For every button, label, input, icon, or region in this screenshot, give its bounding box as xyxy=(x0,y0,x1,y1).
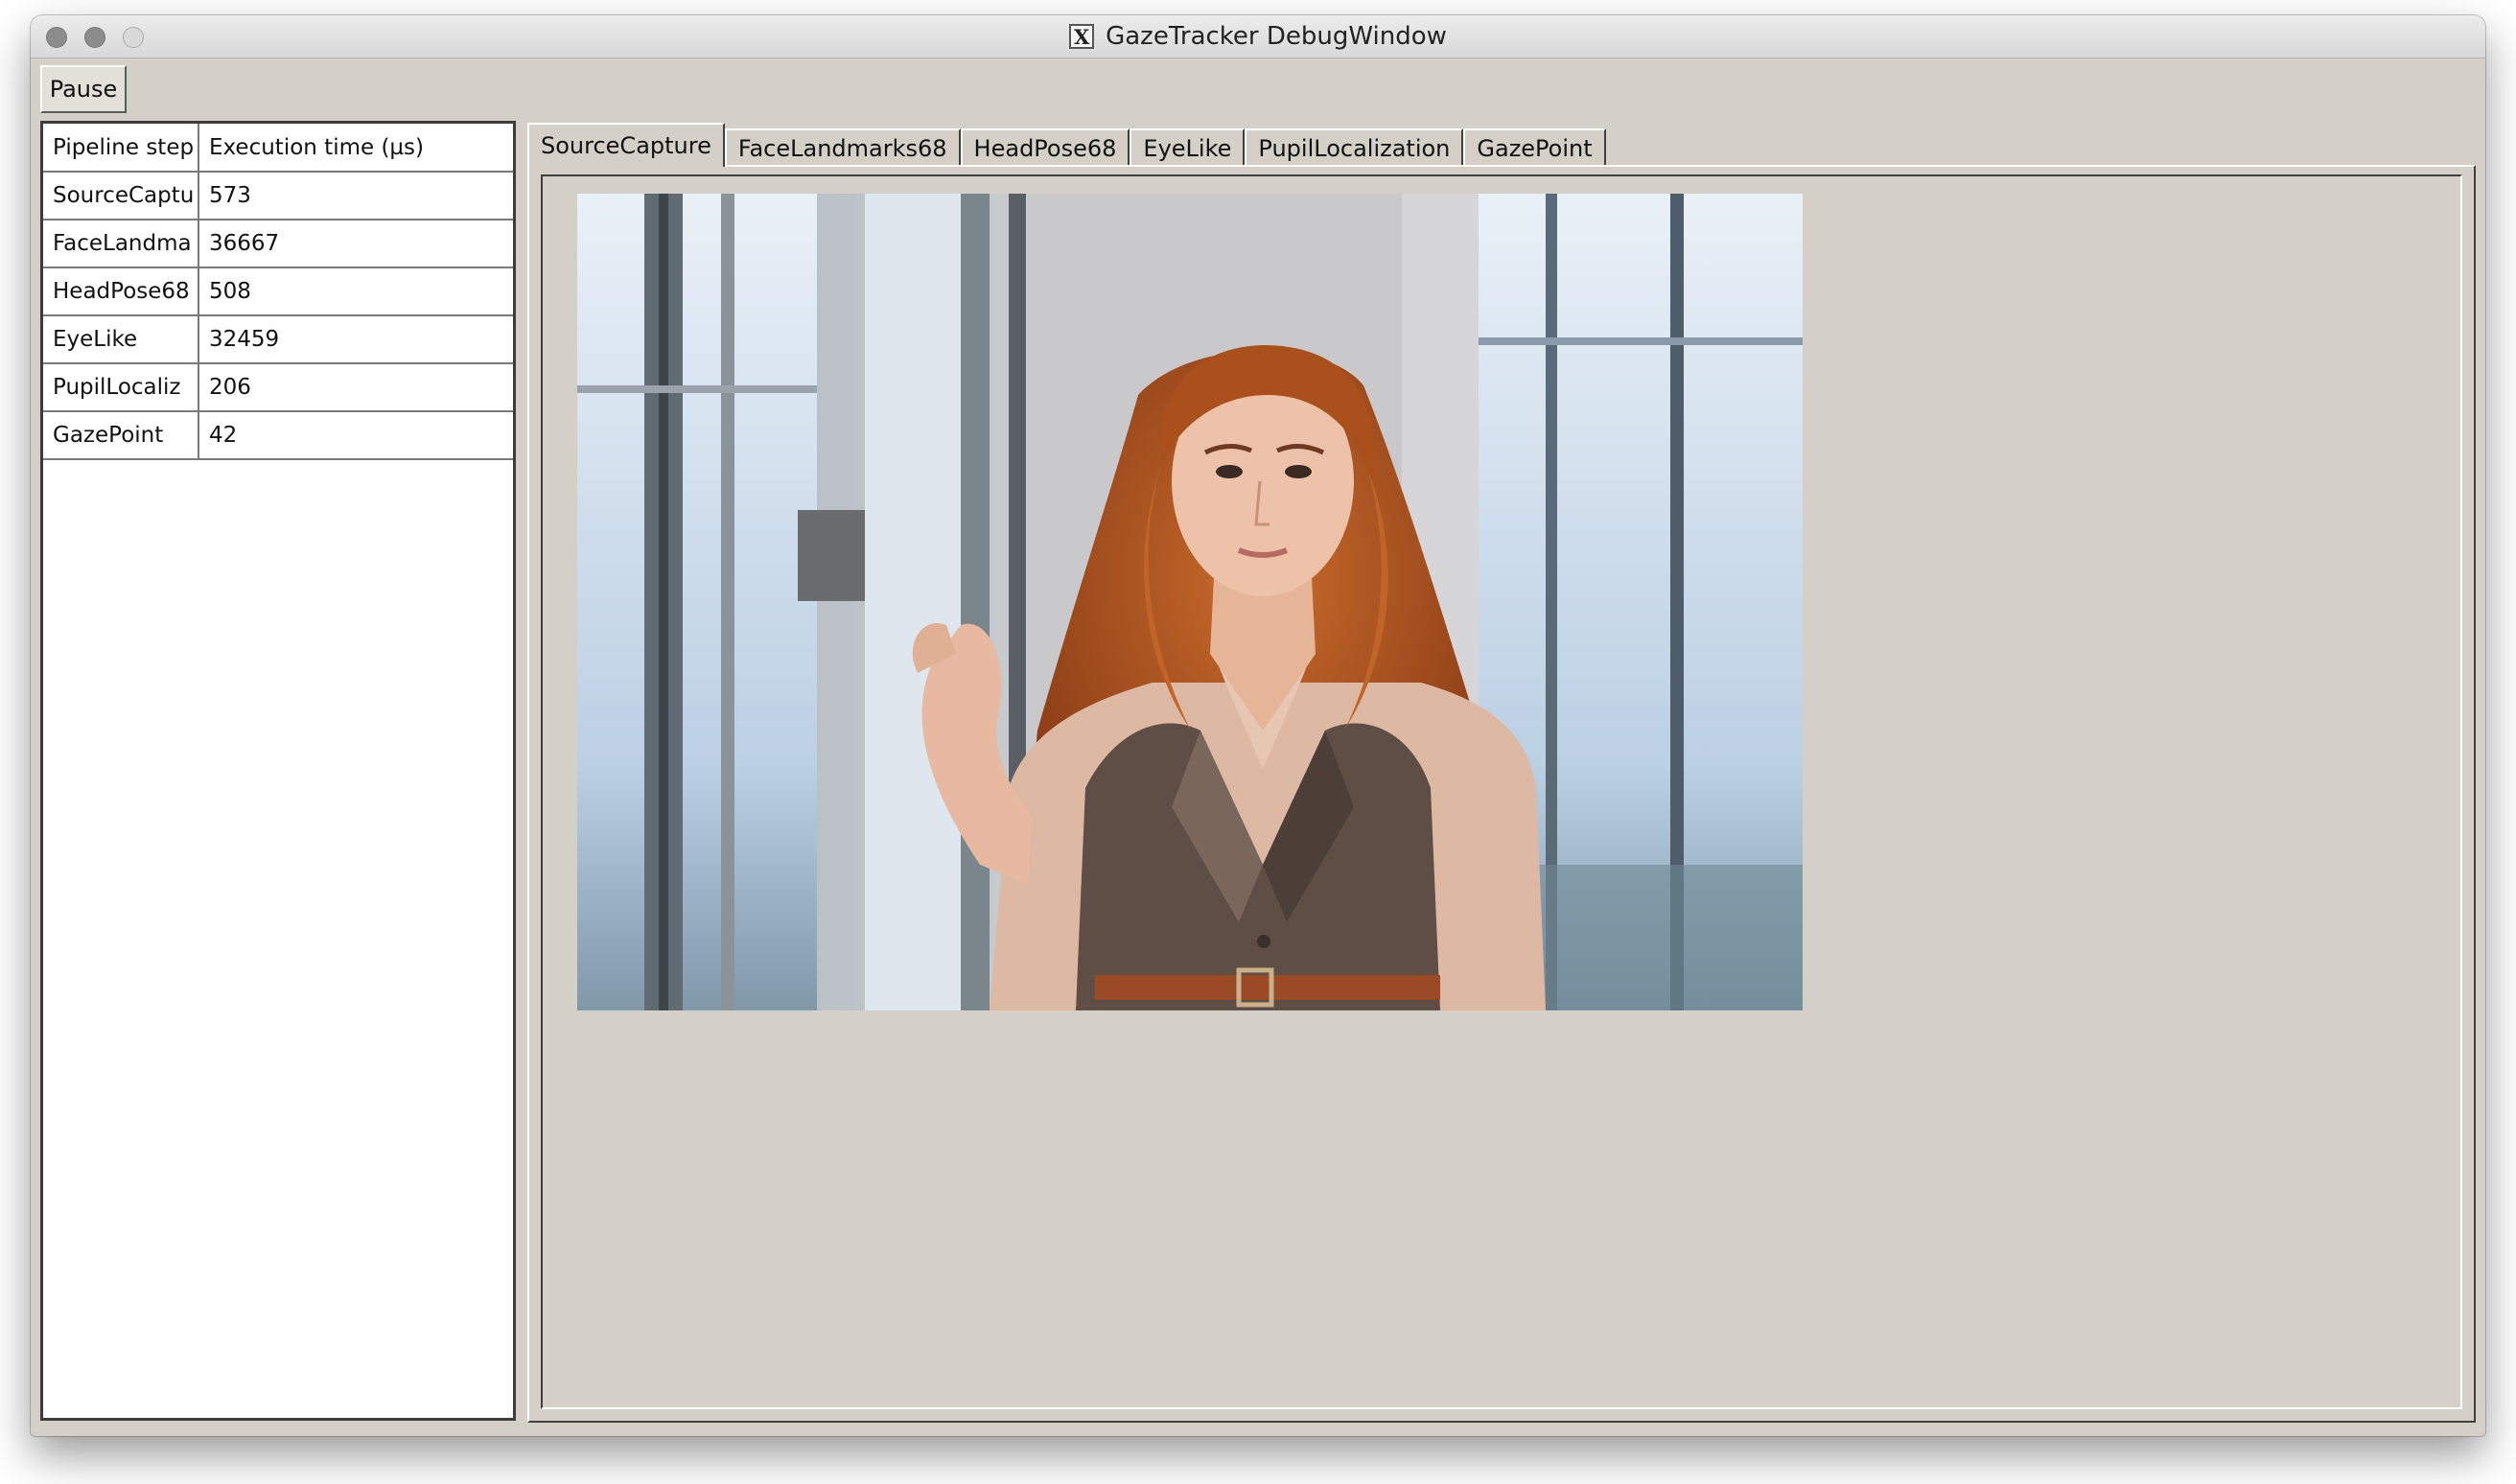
x11-app-icon: X xyxy=(1069,24,1095,49)
execution-time-cell[interactable]: 32459 xyxy=(198,315,513,364)
source-capture-image xyxy=(577,194,1803,1010)
column-header-pipeline-step[interactable]: Pipeline step xyxy=(43,124,199,173)
tab-headpose68[interactable]: HeadPose68 xyxy=(960,128,1130,167)
pipeline-step-cell[interactable]: GazePoint xyxy=(43,411,199,460)
debug-window: X GazeTracker DebugWindow Pause Pipeline… xyxy=(31,15,2485,1436)
execution-time-cell[interactable]: 206 xyxy=(198,363,513,412)
table-row[interactable]: GazePoint 42 xyxy=(43,411,513,460)
pipeline-step-cell[interactable]: HeadPose68 xyxy=(43,267,199,316)
table-row[interactable]: SourceCaptu 573 xyxy=(43,172,513,220)
execution-time-cell[interactable]: 573 xyxy=(198,172,513,220)
tab-facelandmarks68[interactable]: FaceLandmarks68 xyxy=(724,128,961,167)
column-header-execution-time[interactable]: Execution time (µs) xyxy=(198,124,513,173)
pipeline-step-cell[interactable]: EyeLike xyxy=(43,315,199,364)
pipeline-table: Pipeline step Execution time (µs) Source… xyxy=(43,124,513,460)
tab-eyelike[interactable]: EyeLike xyxy=(1130,128,1246,167)
pause-button[interactable]: Pause xyxy=(40,65,127,113)
pipeline-step-cell[interactable]: PupilLocaliz xyxy=(43,363,199,412)
table-row[interactable]: EyeLike 32459 xyxy=(43,315,513,364)
execution-time-cell[interactable]: 508 xyxy=(198,267,513,316)
tab-bar: SourceCapture FaceLandmarks68 HeadPose68 Ey… xyxy=(527,123,1606,167)
pipeline-table-panel[interactable]: Pipeline step Execution time (µs) Source… xyxy=(40,121,516,1421)
title-bar[interactable]: X GazeTracker DebugWindow xyxy=(31,15,2485,58)
tab-sourcecapture[interactable]: SourceCapture xyxy=(527,123,725,167)
title-group: X GazeTracker DebugWindow xyxy=(31,15,2485,58)
table-row[interactable]: HeadPose68 508 xyxy=(43,267,513,316)
table-row[interactable]: PupilLocaliz 206 xyxy=(43,363,513,412)
pipeline-step-cell[interactable]: FaceLandma xyxy=(43,220,199,268)
execution-time-cell[interactable]: 36667 xyxy=(198,220,513,268)
execution-time-cell[interactable]: 42 xyxy=(198,411,513,460)
tab-gazepoint[interactable]: GazePoint xyxy=(1463,128,1606,167)
table-row[interactable]: FaceLandma 36667 xyxy=(43,220,513,268)
captured-frame-picture xyxy=(577,194,1803,1010)
window-title: GazeTracker DebugWindow xyxy=(1106,22,1447,51)
tab-pupillocalization[interactable]: PupilLocalization xyxy=(1245,128,1464,167)
table-header-row: Pipeline step Execution time (µs) xyxy=(43,124,513,173)
pipeline-step-cell[interactable]: SourceCaptu xyxy=(43,172,199,220)
